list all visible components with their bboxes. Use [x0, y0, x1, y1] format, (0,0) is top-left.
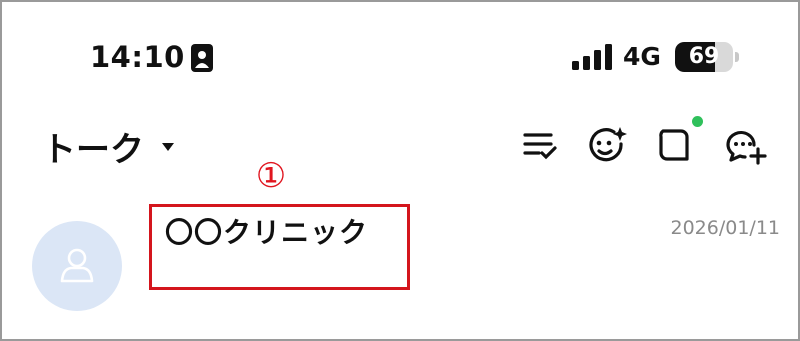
- battery-icon: 69: [675, 42, 741, 72]
- screenshot-frame: 14:10 4G 69 トーク ① 〇〇クリニック 2026/01/11: [0, 0, 800, 341]
- avatar: [32, 221, 122, 311]
- status-time: 14:10: [90, 40, 185, 74]
- add-chat-icon[interactable]: [723, 123, 767, 167]
- id-badge-icon: [191, 44, 213, 72]
- face-sparkle-icon[interactable]: [584, 123, 628, 167]
- annotation-marker: ①: [255, 156, 287, 196]
- battery-percent: 69: [688, 44, 720, 69]
- network-type: 4G: [623, 42, 661, 71]
- default-user-icon: [60, 248, 94, 283]
- cellular-signal-icon: [572, 44, 612, 70]
- talk-title-dropdown[interactable]: トーク: [42, 122, 174, 171]
- caret-down-icon: [162, 142, 174, 151]
- notification-dot: [692, 116, 703, 127]
- page-title: トーク: [42, 130, 144, 170]
- square-chat-icon[interactable]: [653, 123, 697, 167]
- chat-date: 2026/01/11: [670, 217, 780, 239]
- annotation-highlight-box: [149, 204, 410, 290]
- sort-checklist-icon[interactable]: [518, 123, 562, 167]
